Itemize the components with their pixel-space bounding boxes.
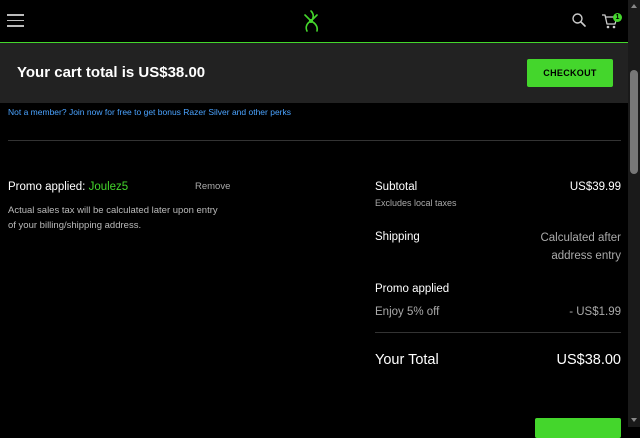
promo-code: Joulez5 [88,181,129,193]
scroll-down-arrow-icon[interactable] [631,418,637,422]
cart-total-heading: Your cart total is US$38.00 [17,64,206,81]
subtotal-note: Excludes local taxes [375,198,457,208]
scroll-up-arrow-icon[interactable] [631,4,637,8]
sales-tax-note: Actual sales tax will be calculated late… [8,205,218,231]
scrollbar-thumb[interactable] [630,70,638,174]
your-total-label: Your Total [375,352,439,368]
cart-count-badge: 1 [613,13,622,22]
subtotal-value: US$39.99 [569,181,621,193]
checkout-button[interactable]: CHECKOUT [527,59,613,87]
promo-applied-label: Promo applied: Joulez5 [8,181,128,193]
search-icon[interactable] [571,12,587,28]
top-navigation-bar: 1 [0,0,628,43]
hamburger-icon[interactable] [7,14,24,27]
total-divider [375,332,621,333]
promo-description: Enjoy 5% off [375,306,440,318]
scrollbar[interactable] [628,0,640,427]
subtotal-label: Subtotal [375,181,418,193]
promo-label-text: Promo applied: [8,181,86,193]
your-total-value: US$38.00 [556,352,622,368]
shipping-label: Shipping [375,231,420,243]
shipping-value: Calculated after address entry [540,232,621,262]
remove-promo-button[interactable]: Remove [195,181,230,192]
bottom-checkout-button[interactable] [535,418,621,438]
cart-summary-bar: Your cart total is US$38.00 CHECKOUT [0,43,628,103]
promo-discount-value: - US$1.99 [569,306,621,318]
join-membership-link[interactable]: Not a member? Join now for free to get b… [8,107,291,117]
section-divider [8,140,621,141]
razer-logo-icon[interactable] [297,7,325,35]
promo-applied-summary-label: Promo applied [375,283,450,295]
